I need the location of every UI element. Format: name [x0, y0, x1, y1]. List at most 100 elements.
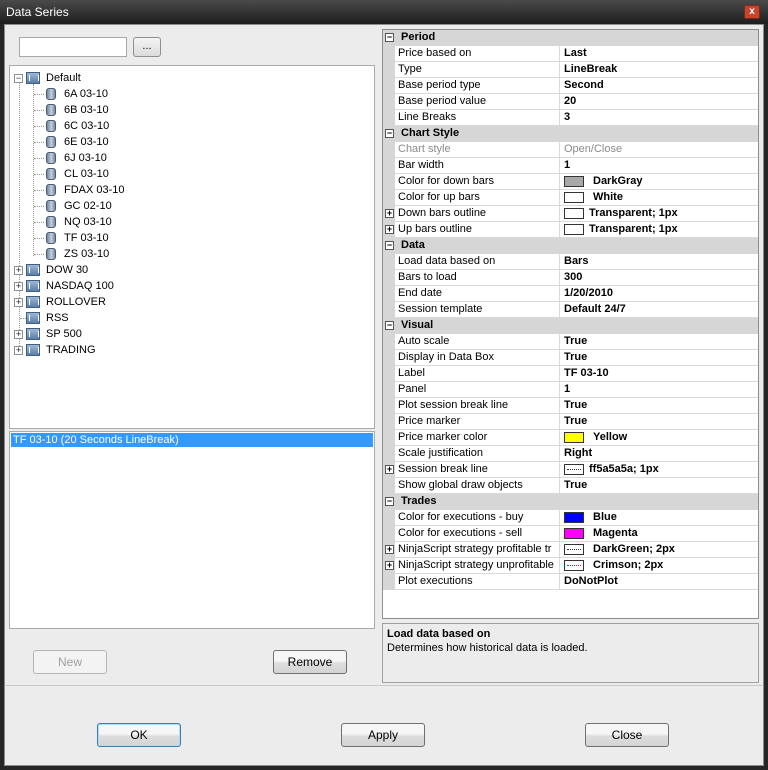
- column-divider[interactable]: [559, 382, 560, 398]
- column-divider[interactable]: [559, 334, 560, 350]
- data-series-item[interactable]: TF 03-10 (20 Seconds LineBreak): [11, 433, 373, 447]
- column-divider[interactable]: [559, 94, 560, 110]
- expand-icon[interactable]: +: [385, 225, 394, 234]
- column-divider[interactable]: [559, 574, 560, 590]
- collapse-icon[interactable]: −: [385, 241, 394, 250]
- property-row[interactable]: Show global draw objects True: [383, 478, 758, 494]
- property-value[interactable]: True: [564, 479, 587, 491]
- property-row[interactable]: Price marker color Yellow: [383, 430, 758, 446]
- property-value[interactable]: True: [564, 399, 587, 411]
- title-bar[interactable]: Data Series x: [0, 0, 768, 24]
- property-value[interactable]: White: [593, 191, 623, 203]
- expand-icon[interactable]: +: [14, 298, 23, 307]
- column-divider[interactable]: [559, 222, 560, 238]
- property-value[interactable]: DarkGray: [593, 175, 643, 187]
- property-value[interactable]: 3: [564, 111, 570, 123]
- category-period[interactable]: − Period: [383, 30, 758, 46]
- property-row[interactable]: Color for executions - sell Magenta: [383, 526, 758, 542]
- property-value[interactable]: DarkGreen; 2px: [593, 543, 675, 555]
- property-value[interactable]: 20: [564, 95, 576, 107]
- property-value[interactable]: True: [564, 335, 587, 347]
- column-divider[interactable]: [559, 174, 560, 190]
- property-row[interactable]: Panel 1: [383, 382, 758, 398]
- close-window-icon[interactable]: x: [744, 5, 760, 19]
- property-row[interactable]: Line Breaks 3: [383, 110, 758, 126]
- property-row[interactable]: Color for up bars White: [383, 190, 758, 206]
- expand-icon[interactable]: +: [14, 346, 23, 355]
- property-row[interactable]: Plot session break line True: [383, 398, 758, 414]
- apply-button[interactable]: Apply: [341, 723, 425, 747]
- property-value[interactable]: True: [564, 351, 587, 363]
- column-divider[interactable]: [559, 206, 560, 222]
- column-divider[interactable]: [559, 446, 560, 462]
- property-value[interactable]: Blue: [593, 511, 617, 523]
- column-divider[interactable]: [559, 430, 560, 446]
- remove-button[interactable]: Remove: [273, 650, 347, 674]
- column-divider[interactable]: [559, 286, 560, 302]
- property-value[interactable]: Default 24/7: [564, 303, 626, 315]
- property-row[interactable]: Base period value 20: [383, 94, 758, 110]
- expand-icon[interactable]: +: [14, 266, 23, 275]
- column-divider[interactable]: [559, 158, 560, 174]
- column-divider[interactable]: [559, 190, 560, 206]
- property-row[interactable]: Session template Default 24/7: [383, 302, 758, 318]
- property-value[interactable]: Transparent; 1px: [589, 207, 678, 219]
- new-button[interactable]: New: [33, 650, 107, 674]
- column-divider[interactable]: [559, 46, 560, 62]
- column-divider[interactable]: [559, 510, 560, 526]
- property-row[interactable]: + Up bars outline Transparent; 1px: [383, 222, 758, 238]
- property-value[interactable]: Transparent; 1px: [589, 223, 678, 235]
- property-value[interactable]: Crimson; 2px: [593, 559, 663, 571]
- property-value[interactable]: 1: [564, 383, 570, 395]
- property-value[interactable]: 1/20/2010: [564, 287, 613, 299]
- collapse-icon[interactable]: −: [14, 74, 23, 83]
- column-divider[interactable]: [559, 478, 560, 494]
- property-value[interactable]: TF 03-10: [564, 367, 609, 379]
- property-value[interactable]: ff5a5a5a; 1px: [589, 463, 659, 475]
- column-divider[interactable]: [559, 366, 560, 382]
- column-divider[interactable]: [559, 462, 560, 478]
- property-row[interactable]: Scale justification Right: [383, 446, 758, 462]
- category-chart-style[interactable]: − Chart Style: [383, 126, 758, 142]
- column-divider[interactable]: [559, 398, 560, 414]
- property-value[interactable]: 300: [564, 271, 582, 283]
- property-row[interactable]: Base period type Second: [383, 78, 758, 94]
- column-divider[interactable]: [559, 254, 560, 270]
- property-grid[interactable]: − Period Price based on Last Type LineBr…: [382, 29, 759, 619]
- property-value[interactable]: Bars: [564, 255, 588, 267]
- column-divider[interactable]: [559, 110, 560, 126]
- column-divider[interactable]: [559, 62, 560, 78]
- property-row[interactable]: Bar width 1: [383, 158, 758, 174]
- property-value[interactable]: LineBreak: [564, 63, 617, 75]
- collapse-icon[interactable]: −: [385, 129, 394, 138]
- property-value[interactable]: Last: [564, 47, 587, 59]
- property-row[interactable]: Price marker True: [383, 414, 758, 430]
- column-divider[interactable]: [559, 142, 560, 158]
- column-divider[interactable]: [559, 542, 560, 558]
- property-row[interactable]: Color for executions - buy Blue: [383, 510, 758, 526]
- property-row[interactable]: Color for down bars DarkGray: [383, 174, 758, 190]
- property-value[interactable]: Second: [564, 79, 604, 91]
- property-value[interactable]: 1: [564, 159, 570, 171]
- property-row[interactable]: End date 1/20/2010: [383, 286, 758, 302]
- property-row[interactable]: Price based on Last: [383, 46, 758, 62]
- close-button[interactable]: Close: [585, 723, 669, 747]
- property-row[interactable]: Load data based on Bars: [383, 254, 758, 270]
- ok-button[interactable]: OK: [97, 723, 181, 747]
- collapse-icon[interactable]: −: [385, 321, 394, 330]
- instrument-tree[interactable]: − Default 6A 03-10 6B 03-10 6C 03-10 6E …: [9, 65, 375, 429]
- property-row[interactable]: + Session break line ff5a5a5a; 1px: [383, 462, 758, 478]
- property-row[interactable]: Display in Data Box True: [383, 350, 758, 366]
- expand-icon[interactable]: +: [14, 282, 23, 291]
- property-value[interactable]: Right: [564, 447, 592, 459]
- column-divider[interactable]: [559, 350, 560, 366]
- column-divider[interactable]: [559, 526, 560, 542]
- data-series-list[interactable]: TF 03-10 (20 Seconds LineBreak): [9, 431, 375, 629]
- column-divider[interactable]: [559, 414, 560, 430]
- property-row[interactable]: Label TF 03-10: [383, 366, 758, 382]
- category-data[interactable]: − Data: [383, 238, 758, 254]
- property-value[interactable]: DoNotPlot: [564, 575, 618, 587]
- collapse-icon[interactable]: −: [385, 497, 394, 506]
- browse-button[interactable]: ...: [133, 37, 161, 57]
- category-visual[interactable]: − Visual: [383, 318, 758, 334]
